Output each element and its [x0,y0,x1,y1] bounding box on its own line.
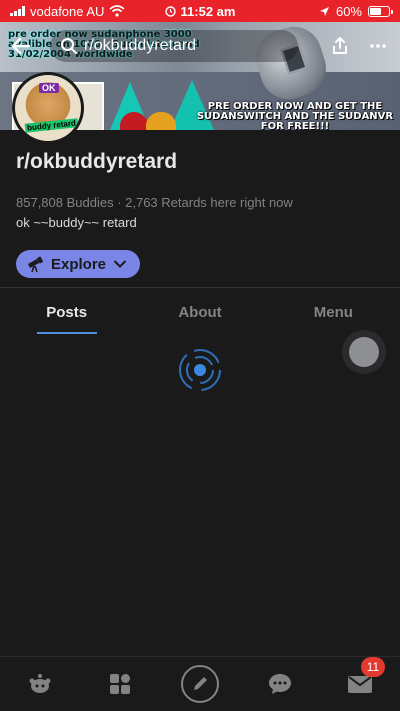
search-bar[interactable]: r/okbuddyretard [50,30,298,62]
alarm-icon [165,6,176,17]
inbox-button[interactable]: 11 [337,657,385,707]
subreddit-description: ok ~~buddy~~ retard [16,215,137,230]
wifi-icon [109,5,125,17]
location-icon [319,6,329,16]
status-bar: vodafone AU 11:52 am 60% [0,0,400,22]
tab-bar: Posts About Menu [0,290,400,334]
avatar-caption: buddy retard [24,118,79,133]
battery-label: 60% [335,3,362,19]
battery-icon [368,5,393,17]
explore-button[interactable]: Explore [16,250,140,278]
section-divider [0,287,400,288]
more-icon [370,44,386,48]
bottom-nav: 11 [0,656,400,711]
communities-icon [110,674,130,694]
tab-posts[interactable]: Posts [0,290,133,334]
communities-button[interactable] [97,661,143,707]
chat-icon [269,674,291,694]
nav-actions [326,32,392,60]
loading-spinner-icon [179,349,221,391]
create-post-icon [181,665,219,703]
status-time: 11:52 am [165,3,236,19]
tab-menu[interactable]: Menu [267,290,400,334]
tab-about[interactable]: About [133,290,266,334]
home-icon [29,674,51,693]
banner-promo-text-bottom: PRE ORDER NOW AND GET THE SUDANSWITCH AN… [196,101,394,131]
carrier-label: vodafone AU [30,3,105,19]
back-button[interactable] [8,33,34,59]
status-left: vodafone AU [10,4,125,19]
subreddit-title: r/okbuddyretard [16,150,178,173]
telescope-icon [28,256,44,273]
status-right: 60% [319,3,393,19]
subreddit-stats: 857,808 Buddies · 2,763 Retards here rig… [16,195,293,210]
home-button[interactable] [17,661,63,707]
more-button[interactable] [364,32,392,60]
share-button[interactable] [326,32,354,60]
subreddit-avatar[interactable]: OK buddy retard [12,72,84,144]
search-icon [61,38,77,54]
avatar-image: OK buddy retard [15,75,81,141]
chevron-down-icon [114,260,127,268]
chat-button[interactable] [257,661,303,707]
create-post-button[interactable] [177,661,223,707]
assistive-touch-button[interactable] [342,330,386,374]
share-icon [333,37,347,54]
top-nav: r/okbuddyretard [0,26,400,66]
arrow-left-icon [11,37,31,55]
signal-icon [10,6,25,16]
inbox-badge: 11 [361,657,385,677]
search-text: r/okbuddyretard [84,37,197,54]
time-label: 11:52 am [180,3,236,19]
explore-label: Explore [51,255,107,273]
avatar-badge: OK [39,83,59,93]
